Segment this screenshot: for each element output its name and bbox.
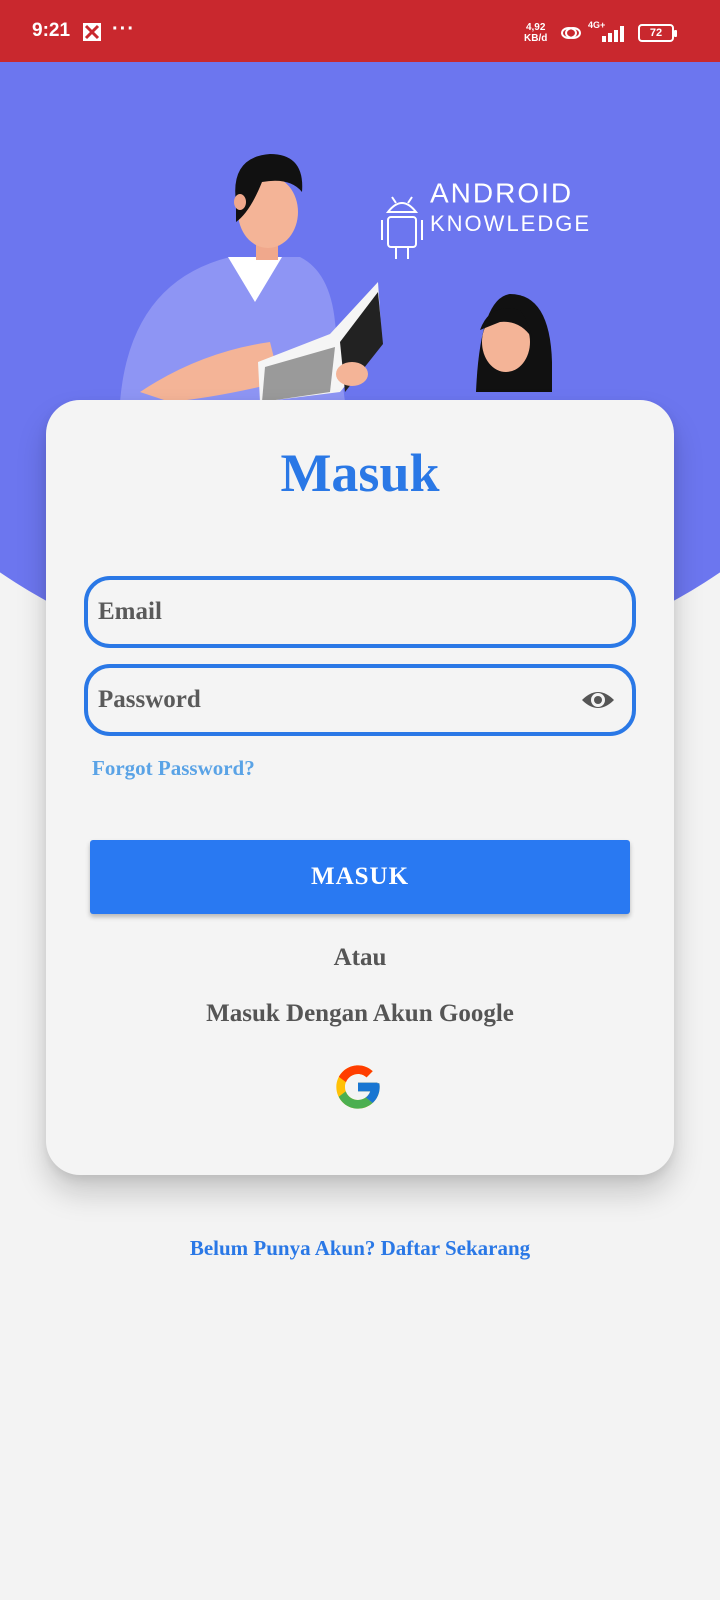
battery-icon: 72 xyxy=(638,24,677,42)
login-button[interactable]: MASUK xyxy=(90,840,630,914)
logo-line-1: ANDROID xyxy=(430,177,573,208)
notification-app-icon xyxy=(83,23,101,41)
more-notifications-icon: ··· xyxy=(112,18,135,40)
status-bar: 9:21 ··· 4,92 KB/d 4G+ 72 xyxy=(0,0,720,62)
signal-icon: 4G+ xyxy=(588,20,630,44)
password-input[interactable] xyxy=(98,678,568,722)
android-logo-icon xyxy=(381,196,423,259)
email-input[interactable] xyxy=(98,590,568,634)
network-speed: 4,92 KB/d xyxy=(524,22,548,44)
password-field[interactable] xyxy=(84,664,636,736)
show-password-icon[interactable] xyxy=(580,686,616,714)
page-title: Masuk xyxy=(280,443,440,503)
google-login-text: Masuk Dengan Akun Google xyxy=(206,1000,514,1027)
google-icon[interactable] xyxy=(332,1061,384,1113)
email-field[interactable] xyxy=(84,576,636,648)
register-link[interactable]: Belum Punya Akun? Daftar Sekarang xyxy=(0,1236,720,1261)
logo-line-2: KNOWLEDGE xyxy=(430,211,591,236)
status-time: 9:21 xyxy=(32,20,71,41)
login-card: Masuk Forgot Password? MASUK Atau Masuk … xyxy=(46,400,674,1175)
or-divider-text: Atau xyxy=(333,944,387,971)
hotspot-icon xyxy=(561,27,581,39)
forgot-password-link[interactable]: Forgot Password? xyxy=(92,756,255,781)
